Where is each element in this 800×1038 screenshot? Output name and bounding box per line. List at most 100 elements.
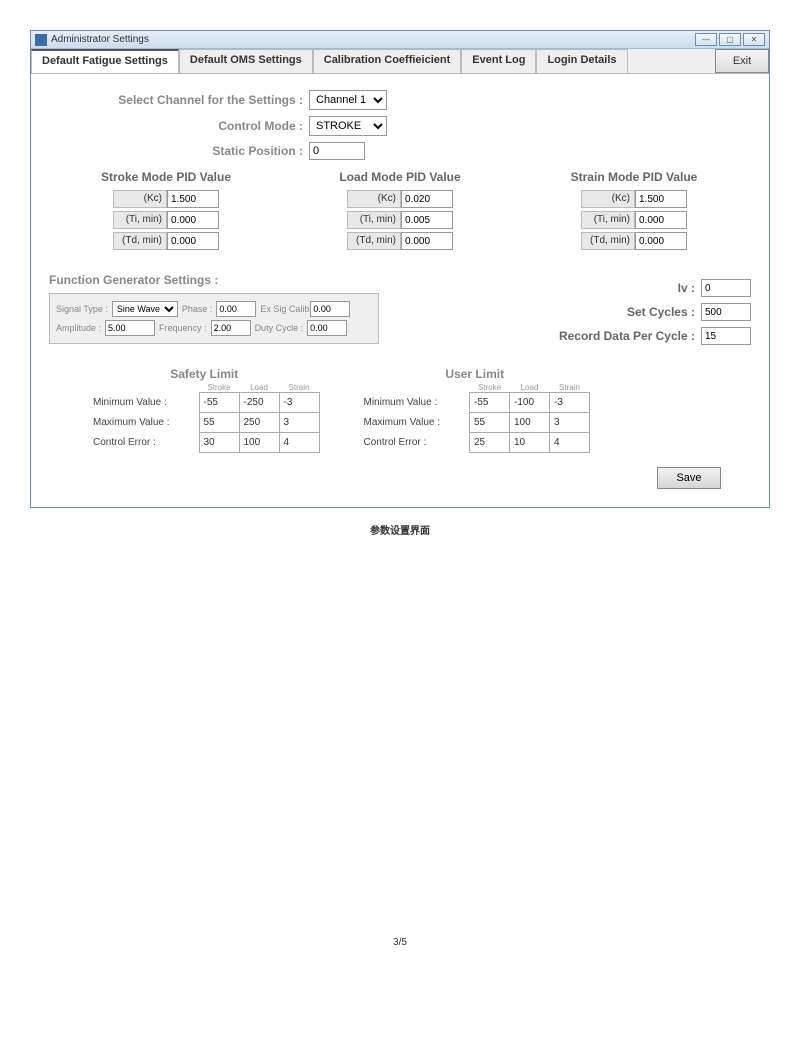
fgen-block: Function Generator Settings : Signal Typ… (49, 273, 379, 351)
load-td-label: (Td, min) (347, 232, 401, 250)
channel-select[interactable]: Channel 1 (309, 90, 387, 110)
static-position-label: Static Position : (49, 144, 309, 158)
stroke-td-input[interactable] (167, 232, 219, 250)
strain-ti-input[interactable] (635, 211, 687, 229)
amplitude-input[interactable] (105, 320, 155, 336)
user-min-stroke[interactable]: -55 (470, 393, 510, 413)
page-caption: 参数设置界面 (0, 522, 800, 537)
stroke-pid-col: Stroke Mode PID Value (Kc) (Ti, min) (Td… (49, 170, 283, 253)
strain-pid-col: Strain Mode PID Value (Kc) (Ti, min) (Td… (517, 170, 751, 253)
load-ti-input[interactable] (401, 211, 453, 229)
safety-err-label: Control Error : (89, 433, 199, 453)
strain-kc-input[interactable] (635, 190, 687, 208)
user-max-label: Maximum Value : (360, 413, 470, 433)
phase-input[interactable] (216, 301, 256, 317)
duty-cycle-input[interactable] (307, 320, 347, 336)
phase-label: Phase : (182, 304, 213, 314)
user-min-load[interactable]: -100 (510, 393, 550, 413)
load-ti-label: (Ti, min) (347, 211, 401, 229)
strain-pid-title: Strain Mode PID Value (517, 170, 751, 184)
load-td-input[interactable] (401, 232, 453, 250)
tab-event-log[interactable]: Event Log (461, 49, 536, 73)
user-limit-block: User Limit StrokeLoadStrain Minimum Valu… (360, 367, 591, 453)
control-mode-select[interactable]: STROKE (309, 116, 387, 136)
user-min-label: Minimum Value : (360, 393, 470, 413)
strain-td-input[interactable] (635, 232, 687, 250)
tab-login-details[interactable]: Login Details (536, 49, 627, 73)
safety-min-load[interactable]: -250 (239, 393, 279, 413)
signal-type-select[interactable]: Sine Wave (112, 301, 178, 317)
ucol-stroke: Stroke (470, 383, 510, 393)
user-err-load[interactable]: 10 (510, 433, 550, 453)
col-stroke: Stroke (199, 383, 239, 393)
safety-min-label: Minimum Value : (89, 393, 199, 413)
window-title: Administrator Settings (51, 34, 149, 45)
set-cycles-input[interactable] (701, 303, 751, 321)
user-limit-table: StrokeLoadStrain Minimum Value :-55-100-… (360, 383, 591, 453)
safety-min-stroke[interactable]: -55 (199, 393, 239, 413)
ucol-load: Load (510, 383, 550, 393)
user-err-stroke[interactable]: 25 (470, 433, 510, 453)
static-position-input[interactable] (309, 142, 365, 160)
set-cycles-label: Set Cycles : (627, 305, 695, 319)
amplitude-label: Amplitude : (56, 323, 101, 333)
tab-bar: Default Fatigue Settings Default OMS Set… (31, 49, 769, 74)
page-number: 3/5 (0, 937, 800, 948)
channel-label: Select Channel for the Settings : (49, 93, 309, 107)
exsig-label: Ex Sig Calib Coef. (260, 305, 306, 313)
user-limit-title: User Limit (360, 367, 591, 381)
safety-limit-title: Safety Limit (89, 367, 320, 381)
user-min-strain[interactable]: -3 (550, 393, 590, 413)
load-pid-col: Load Mode PID Value (Kc) (Ti, min) (Td, … (283, 170, 517, 253)
iv-label: Iv : (678, 281, 695, 295)
safety-max-stroke[interactable]: 55 (199, 413, 239, 433)
titlebar: Administrator Settings — ▢ ✕ (31, 31, 769, 49)
frequency-input[interactable] (211, 320, 251, 336)
load-kc-label: (Kc) (347, 190, 401, 208)
tab-default-oms[interactable]: Default OMS Settings (179, 49, 313, 73)
strain-td-label: (Td, min) (581, 232, 635, 250)
stroke-ti-label: (Ti, min) (113, 211, 167, 229)
stroke-kc-label: (Kc) (113, 190, 167, 208)
tab-default-fatigue[interactable]: Default Fatigue Settings (31, 49, 179, 73)
user-max-strain[interactable]: 3 (550, 413, 590, 433)
close-button[interactable]: ✕ (743, 33, 765, 46)
stroke-ti-input[interactable] (167, 211, 219, 229)
minimize-button[interactable]: — (695, 33, 717, 46)
maximize-button[interactable]: ▢ (719, 33, 741, 46)
right-settings: Iv : Set Cycles : Record Data Per Cycle … (559, 273, 751, 351)
safety-err-stroke[interactable]: 30 (199, 433, 239, 453)
exsig-input[interactable] (310, 301, 350, 317)
safety-err-strain[interactable]: 4 (279, 433, 319, 453)
fgen-title: Function Generator Settings : (49, 273, 379, 287)
iv-input[interactable] (701, 279, 751, 297)
content-area: Select Channel for the Settings : Channe… (31, 74, 769, 507)
strain-ti-label: (Ti, min) (581, 211, 635, 229)
admin-settings-window: Administrator Settings — ▢ ✕ Default Fat… (30, 30, 770, 508)
app-icon (35, 34, 47, 46)
tab-calibration[interactable]: Calibration Coeffieicient (313, 49, 462, 73)
control-mode-label: Control Mode : (49, 119, 309, 133)
record-data-input[interactable] (701, 327, 751, 345)
safety-min-strain[interactable]: -3 (279, 393, 319, 413)
col-strain: Strain (279, 383, 319, 393)
stroke-td-label: (Td, min) (113, 232, 167, 250)
exit-button[interactable]: Exit (715, 49, 769, 73)
safety-err-load[interactable]: 100 (239, 433, 279, 453)
safety-max-strain[interactable]: 3 (279, 413, 319, 433)
stroke-kc-input[interactable] (167, 190, 219, 208)
user-max-load[interactable]: 100 (510, 413, 550, 433)
frequency-label: Frequency : (159, 323, 207, 333)
user-max-stroke[interactable]: 55 (470, 413, 510, 433)
load-kc-input[interactable] (401, 190, 453, 208)
col-load: Load (239, 383, 279, 393)
save-button[interactable]: Save (657, 467, 721, 489)
safety-max-label: Maximum Value : (89, 413, 199, 433)
stroke-pid-title: Stroke Mode PID Value (49, 170, 283, 184)
strain-kc-label: (Kc) (581, 190, 635, 208)
user-err-strain[interactable]: 4 (550, 433, 590, 453)
signal-type-label: Signal Type : (56, 304, 108, 314)
safety-max-load[interactable]: 250 (239, 413, 279, 433)
user-err-label: Control Error : (360, 433, 470, 453)
record-data-label: Record Data Per Cycle : (559, 329, 695, 343)
